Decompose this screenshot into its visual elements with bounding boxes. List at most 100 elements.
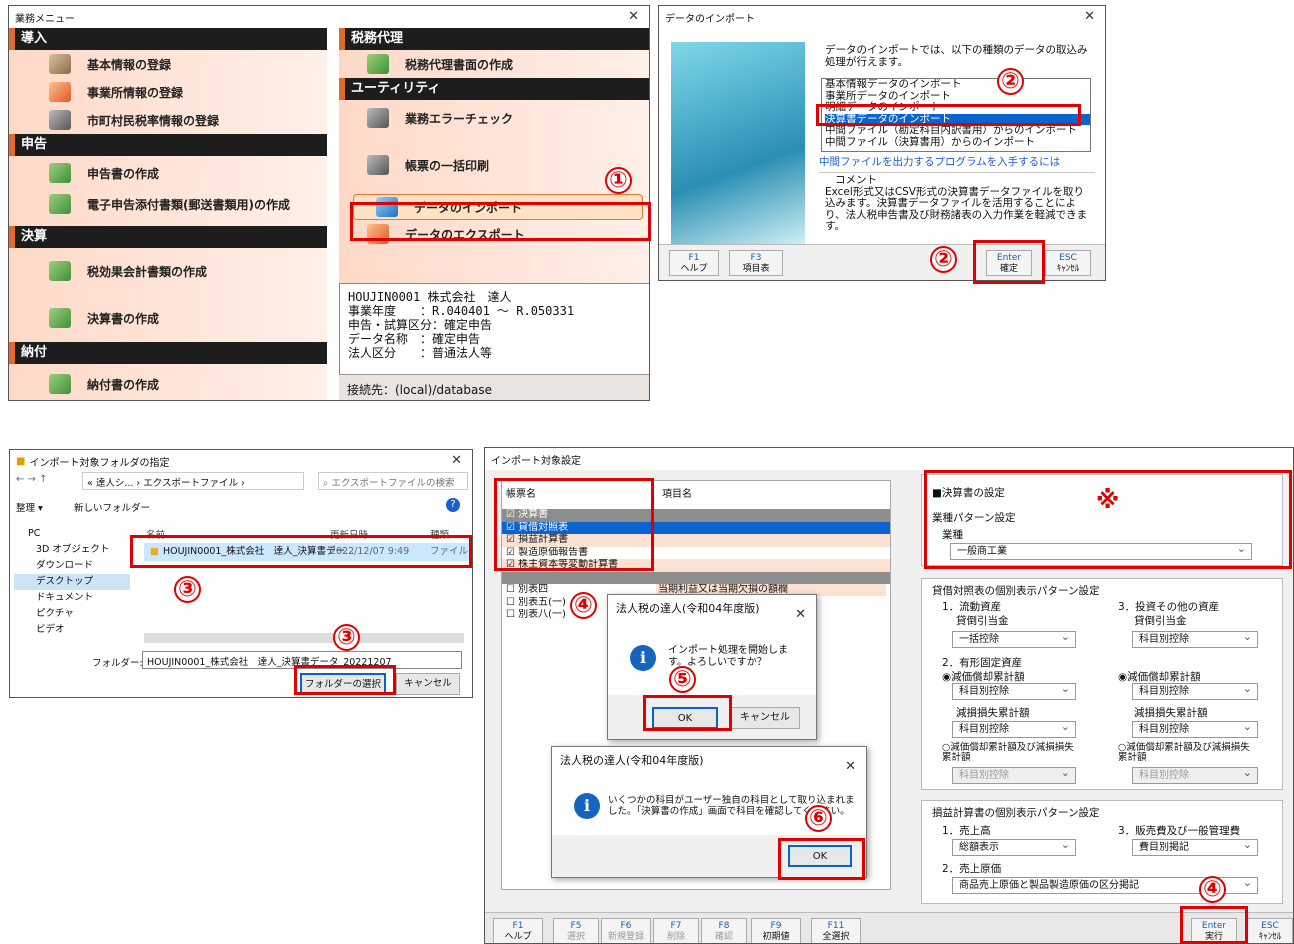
title-bar: ■ インポート対象フォルダの指定 ✕ [10,450,472,472]
allowance-label: 貸倒引当金 [956,615,1009,627]
tree-item[interactable]: ドキュメント [14,590,130,606]
import-illustration [671,42,805,248]
menu-item-office[interactable]: 事業所情報の登録 [9,78,327,106]
info-icon: i [574,793,600,819]
comment-box: コメント Excel形式又はCSV形式の決算書データファイルを取り込みます。決算… [819,172,1095,242]
document-icon [49,308,71,328]
impairment-select-right[interactable]: 科目別控除 [1132,721,1258,738]
organize-menu[interactable]: 整理 ▾ [16,500,43,514]
key-caption: ヘルプ [504,932,532,942]
both-radio-left[interactable]: ○減価償却累計額及び減損損失累計額 [942,743,1082,763]
dialog-title: 法人税の達人(令和04年度版) [616,602,760,615]
bs-heading: 貸借対照表の個別表示パターン設定 [932,585,1100,597]
menu-item-bulk-print[interactable]: 帳票の一括印刷 [339,136,649,194]
menu-item-declaration[interactable]: 申告書の作成 [9,156,327,190]
key-caption: ｷｬﾝｾﾙ [1258,932,1282,942]
close-icon[interactable]: ✕ [845,753,856,781]
menu-label: 税効果会計書類の作成 [87,264,208,279]
cancel-button[interactable]: キャンセル [396,673,460,695]
current-allowance-select[interactable]: 一括控除 [952,631,1076,648]
investment-allowance-select[interactable]: 科目別控除 [1132,631,1258,648]
form-row-divider [502,571,890,584]
info-line: データ名称 ：確定申告 [348,332,481,346]
program-link[interactable]: 中間ファイルを出力するプログラムを入手するには [819,154,1060,169]
list-item[interactable]: 中間ファイル（決算書用）からのインポート [825,136,1090,149]
new-folder-button[interactable]: 新しいフォルダー [74,500,150,514]
f3-item-table-button[interactable]: F3 項目表 [729,250,783,276]
menu-label: 納付書の作成 [87,377,160,392]
help-icon[interactable]: ? [446,498,460,512]
menu-item-zeimu[interactable]: 税務代理書面の作成 [339,50,649,78]
menu-item-financial-statements[interactable]: 決算書の作成 [9,294,327,342]
close-icon[interactable]: ✕ [795,601,806,629]
menu-label: 基本情報の登録 [87,57,172,72]
esc-cancel-button[interactable]: ESC ｷｬﾝｾﾙ [1045,250,1091,276]
menu-item-basic-info[interactable]: 基本情報の登録 [9,50,327,78]
close-icon[interactable]: ✕ [628,9,639,24]
tree-item-desktop[interactable]: デスクトップ [14,574,130,590]
key-caption: 確認 [714,932,733,942]
tree-item[interactable]: 3D オブジェクト [14,542,130,558]
window-title: 業務メニュー [15,13,75,25]
investment-label: 3．投資その他の資産 [1118,601,1220,613]
highlight-settings [924,470,1292,569]
tree-item[interactable]: ビデオ [14,622,130,638]
key-label: F3 [750,253,762,263]
close-icon[interactable]: ✕ [451,453,462,468]
highlight-confirm [973,240,1045,284]
menu-item-city-rate[interactable]: 市町村民税率情報の登録 [9,106,327,134]
section-util: ユーティリティ [339,78,649,100]
list-item[interactable]: 中間ファイル（勘定科目内訳書用）からのインポート [825,124,1090,137]
step-marker-4: ④ [570,592,597,619]
address-bar[interactable]: « 達人シ... › エクスポートファイル › [82,472,304,490]
document-icon [367,54,389,74]
dep-radio-right[interactable]: ◉減価償却累計額 [1118,669,1201,684]
tree-item[interactable]: ピクチャ [14,606,130,622]
tree-item-pc[interactable]: PC [14,526,130,542]
book-icon [49,54,71,74]
key-label: F9 [770,921,782,931]
f9-default-button[interactable]: F9 初期値 [751,918,801,943]
nav-arrows[interactable]: ← → ↑ [16,474,48,485]
highlight-execute [1180,906,1248,944]
menu-item-error-check[interactable]: 業務エラーチェック [339,100,649,136]
folder-icon: ■ [16,455,26,467]
dep-radio-left[interactable]: ◉減価償却累計額 [942,669,1025,684]
form-name: 別表五(一) [518,596,566,608]
connection-status: 接続先：(local)/database [339,374,649,400]
sales-select[interactable]: 総額表示 [952,839,1076,856]
list-item[interactable]: 基本情報データのインポート [825,79,1090,91]
tree-item[interactable]: ダウンロード [14,558,130,574]
f1-help-button[interactable]: F1 ヘルプ [669,250,719,276]
column-header-item: 項目名 [662,489,692,499]
dep-select-right[interactable]: 科目別控除 [1132,683,1258,700]
menu-label: 電子申告添付書類(郵送書類用)の作成 [87,197,290,212]
menu-label: 帳票の一括印刷 [405,158,490,173]
f1-help-button[interactable]: F1 ヘルプ [493,918,543,943]
esc-cancel-button[interactable]: ESC ｷｬﾝｾﾙ [1247,918,1293,943]
key-caption: 初期値 [762,932,790,942]
pl-heading: 損益計算書の個別表示パターン設定 [932,807,1100,819]
menu-label: 決算書の作成 [87,311,160,326]
both-radio-right[interactable]: ○減価償却累計額及び減損損失累計額 [1118,743,1258,763]
menu-item-tax-effect[interactable]: 税効果会計書類の作成 [9,248,327,294]
impairment-select-left[interactable]: 科目別控除 [952,721,1076,738]
section-settle: 決算 [9,226,327,248]
f11-select-all-button[interactable]: F11 全選択 [811,918,861,943]
window-title: データのインポート [665,13,755,25]
highlight-select-folder [294,665,396,695]
menu-item-edoc[interactable]: 電子申告添付書類(郵送書類用)の作成 [9,190,327,218]
horizontal-scrollbar[interactable] [144,633,464,643]
checkbox[interactable]: ☐ [506,597,515,608]
checkbox[interactable]: ☐ [506,584,515,595]
key-label: F1 [512,921,524,931]
dep-label: 減価償却累計額 [951,671,1025,683]
sga-select[interactable]: 費目別掲記 [1132,839,1258,856]
dep-select-left[interactable]: 科目別控除 [952,683,1076,700]
both-label: 減価償却累計額及び減損損失累計額 [942,742,1074,763]
menu-item-payment[interactable]: 納付書の作成 [9,364,327,400]
cancel-button[interactable]: キャンセル [730,707,800,729]
search-box[interactable]: ⌕ エクスポートファイルの検索 [318,472,468,490]
checkbox[interactable]: ☐ [506,609,515,620]
close-icon[interactable]: ✕ [1084,9,1095,24]
